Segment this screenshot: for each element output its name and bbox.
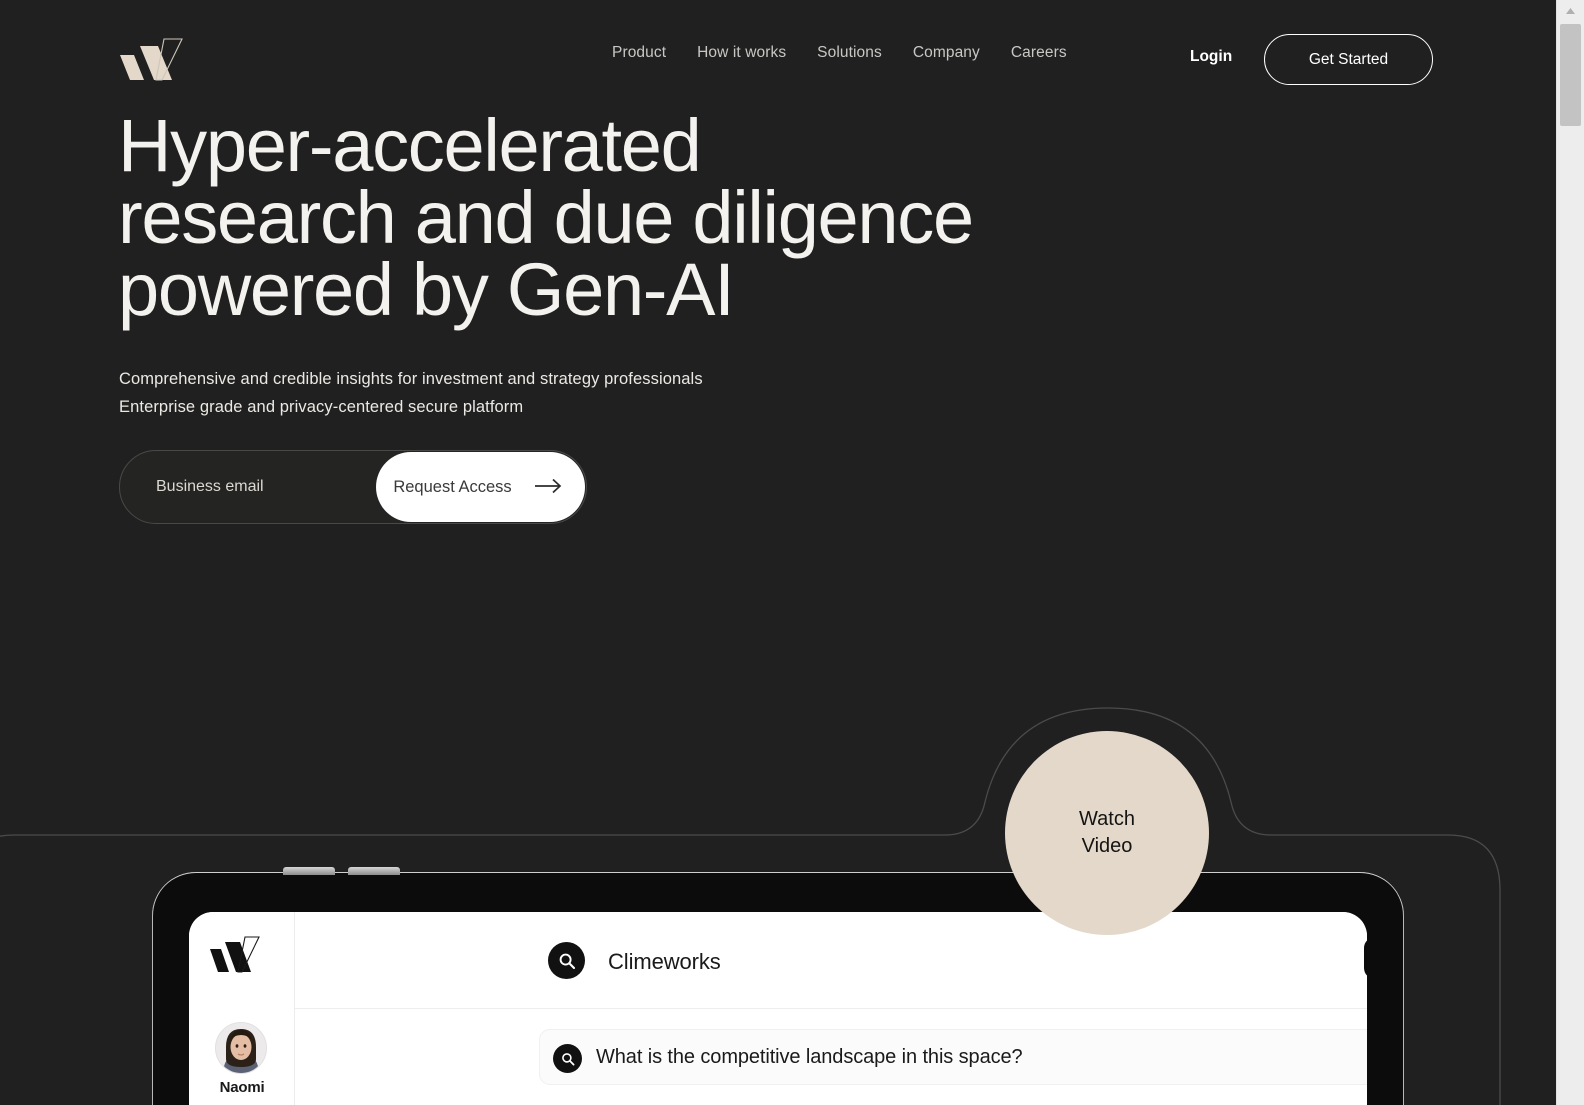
nav-item-company[interactable]: Company (913, 44, 980, 62)
subcopy-line-1: Comprehensive and credible insights for … (119, 370, 703, 388)
page-title: Hyper-accelerated research and due dilig… (118, 104, 1098, 331)
request-access-button[interactable]: Request Access (376, 452, 585, 522)
browser-viewport: Product How it works Solutions Company C… (0, 0, 1584, 1105)
login-link[interactable]: Login (1190, 48, 1232, 66)
nav-item-how-it-works[interactable]: How it works (697, 44, 786, 62)
subcopy-line-2: Enterprise grade and privacy-centered se… (119, 398, 524, 416)
app-topbar: Climeworks (295, 912, 1367, 1009)
primary-nav: Product How it works Solutions Company C… (612, 44, 1067, 62)
get-started-button[interactable]: Get Started (1264, 34, 1433, 85)
search-icon[interactable] (548, 942, 585, 979)
watch-video-line-1: Watch (1079, 808, 1135, 830)
scroll-up-arrow-icon[interactable] (1557, 0, 1584, 22)
hero-subcopy: Comprehensive and credible insights for … (119, 365, 703, 421)
app-main-panel: Climeworks What is the competitive lands… (295, 912, 1367, 1105)
app-sidebar: Naomi (189, 912, 295, 1105)
avatar (215, 1022, 267, 1074)
avatar-name-label: Naomi (219, 1079, 265, 1096)
landing-page: Product How it works Solutions Company C… (0, 0, 1556, 1105)
scrollbar-thumb[interactable] (1560, 24, 1581, 126)
device-button-nub (348, 867, 400, 875)
site-header: Product How it works Solutions Company C… (0, 0, 1556, 118)
arrow-right-icon (534, 478, 564, 497)
w-monogram-logo[interactable] (209, 936, 266, 974)
watch-video-line-2: Video (1081, 835, 1133, 857)
nav-item-careers[interactable]: Careers (1011, 44, 1067, 62)
device-screen: Naomi Climeworks What is the competitive… (189, 912, 1367, 1105)
nav-item-product[interactable]: Product (612, 44, 666, 62)
signup-form: Request Access (119, 450, 587, 524)
headline-line-2: research and due diligence (118, 176, 974, 259)
nav-item-solutions[interactable]: Solutions (817, 44, 882, 62)
page-scrollbar[interactable] (1556, 0, 1584, 1105)
request-access-label: Request Access (393, 477, 512, 496)
query-row[interactable]: What is the competitive landscape in thi… (539, 1029, 1367, 1085)
headline-line-1: Hyper-accelerated (118, 104, 702, 187)
headline-line-3: powered by Gen-AI (118, 248, 735, 331)
device-button-nub (283, 867, 335, 875)
watch-video-button[interactable]: Watch Video (1005, 731, 1209, 935)
device-mockup: Naomi Climeworks What is the competitive… (152, 867, 1404, 1105)
share-upload-icon[interactable] (1364, 937, 1367, 979)
company-name-label: Climeworks (608, 949, 721, 974)
w-monogram-logo[interactable] (118, 36, 190, 82)
search-icon (553, 1044, 582, 1073)
query-text: What is the competitive landscape in thi… (596, 1046, 1023, 1068)
